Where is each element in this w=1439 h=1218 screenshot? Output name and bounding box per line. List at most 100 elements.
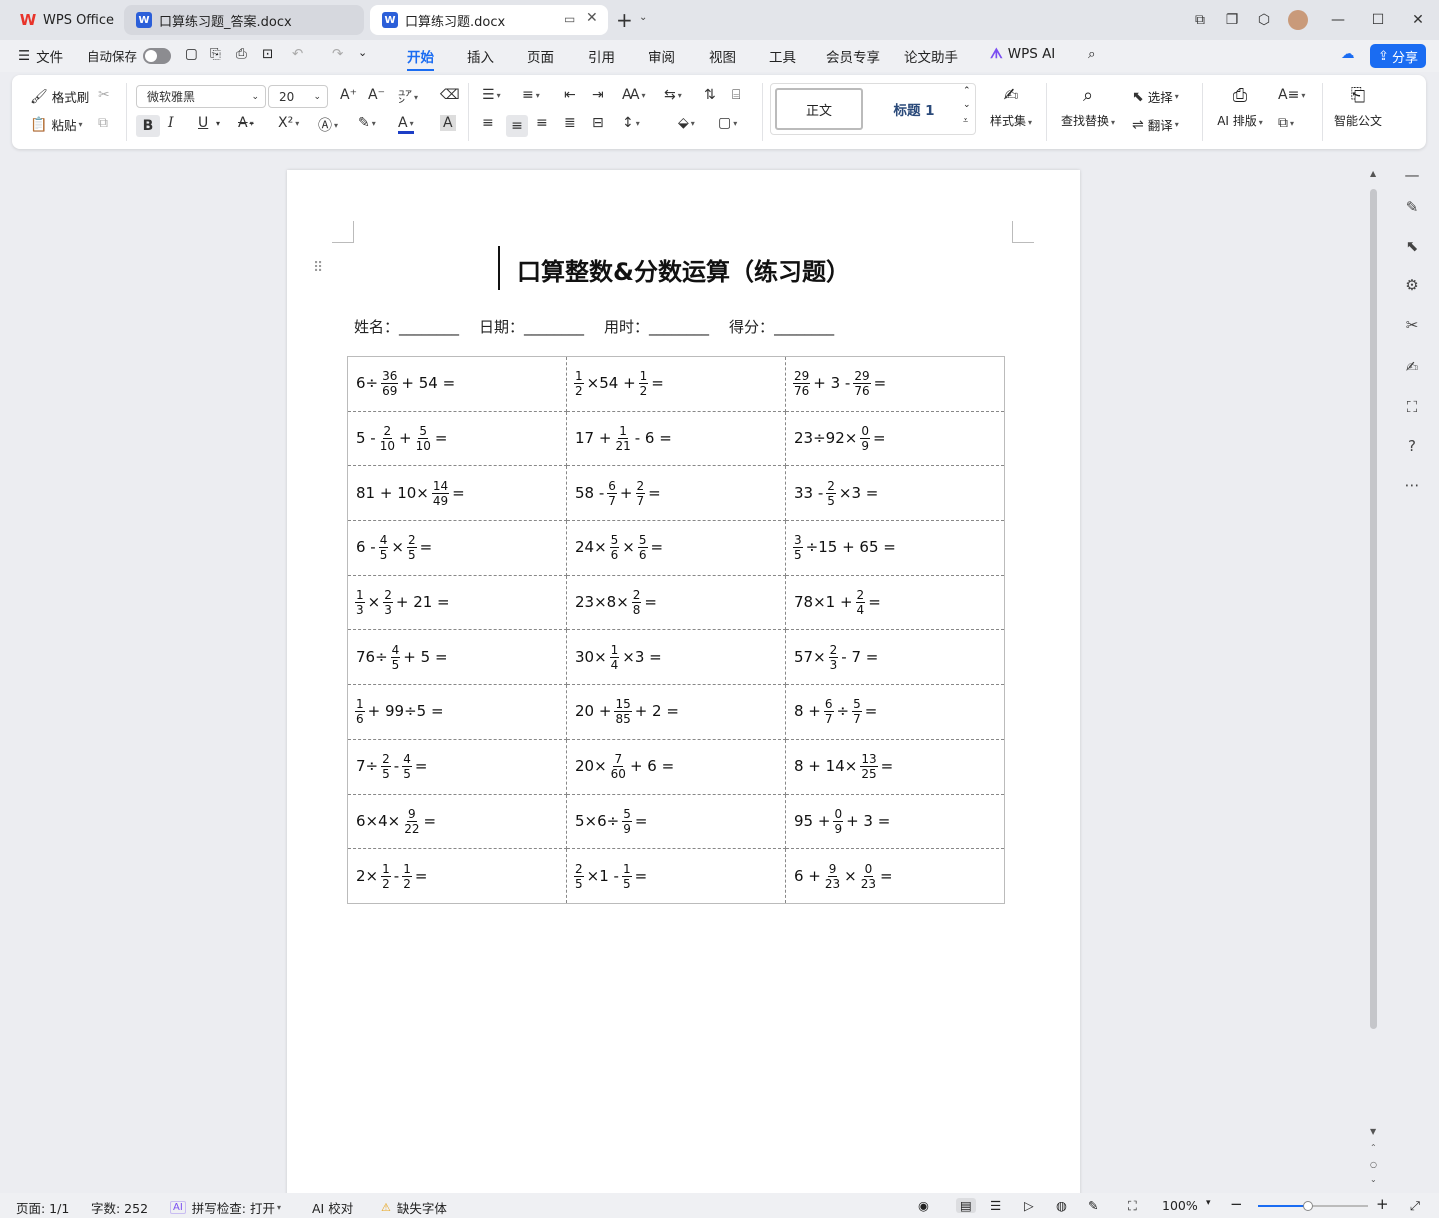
- problem-cell[interactable]: 3 5 ÷15 + 65 =: [785, 520, 1005, 576]
- problem-cell[interactable]: 6÷ 36 69 + 54 =: [347, 356, 567, 412]
- document-title[interactable]: 口算整数&分数运算（练习题）: [287, 252, 1080, 287]
- select-button[interactable]: ⬉ 选择 ▾: [1132, 87, 1179, 106]
- problem-cell[interactable]: 1 3 × 2 3 + 21 =: [347, 574, 567, 631]
- font-grow-icon[interactable]: A⁺: [340, 87, 357, 103]
- fit-page-icon[interactable]: ⛶: [1128, 1198, 1137, 1214]
- zoom-chevron-icon[interactable]: ▾: [1206, 1198, 1211, 1208]
- problem-cell[interactable]: 78×1 +2 4 =: [785, 574, 1005, 631]
- scroll-down-icon[interactable]: ▼: [1370, 1127, 1376, 1136]
- text-tools-icon[interactable]: A≡ ▾: [1278, 87, 1305, 103]
- zoom-in-icon[interactable]: +: [1376, 1195, 1389, 1213]
- underline-button[interactable]: U: [198, 115, 208, 131]
- search-icon[interactable]: ⌕: [1088, 46, 1096, 62]
- problem-cell[interactable]: 33 -2 5 ×3 =: [785, 465, 1005, 522]
- style-heading-1[interactable]: 标题 1: [871, 88, 957, 130]
- tab-insert[interactable]: 插入: [467, 46, 494, 66]
- annotate-icon[interactable]: ✎: [1088, 1198, 1098, 1213]
- maximize-icon[interactable]: ☐: [1368, 10, 1388, 30]
- problem-cell[interactable]: 6 +9 23 × 0 23 =: [785, 848, 1005, 904]
- window-mode-icon[interactable]: ▭: [564, 12, 575, 26]
- bullet-list-icon[interactable]: ☰ ▾: [482, 87, 501, 103]
- tab-page[interactable]: 页面: [527, 46, 554, 66]
- tab-wps-office[interactable]: W WPS Office: [8, 5, 118, 35]
- problem-cell[interactable]: 6×4× 9 22 =: [347, 793, 567, 850]
- style-set-button[interactable]: ✍ 样式集 ▾: [988, 85, 1034, 129]
- share-button[interactable]: ⇪ 分享: [1370, 44, 1426, 68]
- handwriting-icon[interactable]: ✍: [1400, 355, 1424, 379]
- problem-cell[interactable]: 8 + 14× 13 25 =: [785, 738, 1005, 795]
- smart-doc-button[interactable]: ⎗ 智能公文: [1328, 85, 1388, 129]
- border-icon[interactable]: ▢ ▾: [718, 115, 737, 131]
- new-tab-icon[interactable]: +: [616, 8, 633, 32]
- cloud-sync-icon[interactable]: ☁: [1341, 46, 1355, 62]
- problem-cell[interactable]: 5 -2 10 +5 10 =: [347, 410, 567, 467]
- italic-button[interactable]: I: [168, 115, 174, 131]
- font-shrink-icon[interactable]: A⁻: [368, 87, 385, 103]
- zoom-slider-thumb[interactable]: [1302, 1201, 1313, 1211]
- style-expand-icon[interactable]: ⩡: [963, 116, 968, 126]
- word-count[interactable]: 字数: 252: [91, 1198, 148, 1217]
- pen-icon[interactable]: ✎: [1400, 195, 1424, 219]
- distributed-icon[interactable]: ⊟: [592, 115, 604, 131]
- scroll-up-icon[interactable]: ▲: [1370, 169, 1376, 178]
- align-center-icon[interactable]: ≡: [506, 115, 528, 137]
- tab-member[interactable]: 会员专享: [826, 46, 880, 66]
- format-painter-button[interactable]: 🖌 格式刷: [30, 87, 89, 106]
- decrease-indent-icon[interactable]: ⇤: [564, 87, 576, 103]
- problem-cell[interactable]: 23÷92× 0 9 =: [785, 410, 1005, 467]
- save-icon[interactable]: ▢: [185, 46, 198, 62]
- problem-cell[interactable]: 81 + 10× 14 49 =: [347, 465, 567, 522]
- info-field[interactable]: 用时：________: [604, 316, 709, 337]
- zoom-level[interactable]: 100%: [1162, 1198, 1198, 1213]
- ai-proofread-button[interactable]: AI 校对: [312, 1198, 353, 1217]
- more-icon[interactable]: ⋯: [1400, 473, 1424, 497]
- style-scroll-up-icon[interactable]: ⌃: [963, 86, 971, 96]
- adjust-icon[interactable]: ⚙: [1400, 273, 1424, 297]
- problem-cell[interactable]: 17 +1 21- 6 =: [566, 410, 786, 467]
- web-view-icon[interactable]: ◍: [1056, 1198, 1067, 1213]
- problem-cell[interactable]: 1 6 + 99÷5 =: [347, 684, 567, 740]
- restore-tabs-icon[interactable]: ❐: [1222, 10, 1242, 30]
- autosave-toggle[interactable]: 自动保存: [87, 46, 172, 65]
- document-page[interactable]: ⠿ 口算整数&分数运算（练习题） 姓名：________ 日期：________ 用…: [287, 170, 1080, 1200]
- highlight-icon[interactable]: ✎ ▾: [358, 115, 376, 131]
- prev-page-icon[interactable]: ⌃: [1370, 1143, 1377, 1152]
- eye-protection-icon[interactable]: ◉: [918, 1198, 929, 1213]
- shape-tools-icon[interactable]: ⧉ ▾: [1278, 115, 1294, 131]
- collapse-panel-icon[interactable]: —: [1400, 163, 1424, 187]
- avatar[interactable]: [1288, 10, 1308, 30]
- select-browse-icon[interactable]: ○: [1370, 1160, 1377, 1169]
- tab-review[interactable]: 审阅: [648, 46, 675, 66]
- export-icon[interactable]: ⎘: [210, 46, 221, 62]
- problem-cell[interactable]: 20× 7 60 + 6 =: [566, 738, 786, 795]
- fullscreen-icon[interactable]: ⤢: [1410, 1198, 1420, 1214]
- bold-button[interactable]: B: [136, 115, 160, 137]
- page-count[interactable]: 页面: 1/1: [16, 1198, 69, 1217]
- problem-cell[interactable]: 20 +15 85 + 2 =: [566, 684, 786, 740]
- tab-answer-doc[interactable]: W 口算练习题_答案.docx: [124, 5, 364, 35]
- increase-indent-icon[interactable]: ⇥: [592, 87, 604, 103]
- tools-icon[interactable]: ✂: [1400, 313, 1424, 337]
- problem-cell[interactable]: 1 2 ×54 +1 2 =: [566, 356, 786, 412]
- undo-icon[interactable]: ↶: [292, 46, 303, 62]
- shading-icon[interactable]: ⬙ ▾: [678, 115, 695, 131]
- problem-cell[interactable]: 30× 1 4 ×3 =: [566, 629, 786, 686]
- tab-current-doc[interactable]: W 口算练习题.docx ▭ ✕: [370, 5, 608, 35]
- minimize-icon[interactable]: —: [1328, 10, 1348, 30]
- info-field[interactable]: 得分：________: [729, 316, 834, 337]
- strikethrough-icon[interactable]: A ▾: [238, 115, 254, 131]
- translate-button[interactable]: ⇌ 翻译 ▾: [1132, 115, 1179, 134]
- close-window-icon[interactable]: ✕: [1408, 10, 1428, 30]
- align-right-icon[interactable]: ≡: [536, 115, 548, 131]
- paste-button[interactable]: 📋 粘贴 ▾: [30, 115, 82, 134]
- problem-cell[interactable]: 95 +0 9 + 3 =: [785, 793, 1005, 850]
- problem-cell[interactable]: 58 -6 7 +2 7 =: [566, 465, 786, 522]
- line-spacing-icon[interactable]: ↕ ▾: [622, 115, 640, 131]
- align-left-icon[interactable]: ≡: [482, 115, 494, 131]
- zoom-slider[interactable]: [1258, 1201, 1368, 1211]
- tab-list-chevron-icon[interactable]: ⌄: [639, 12, 647, 23]
- problem-cell[interactable]: 76÷ 4 5 + 5 =: [347, 629, 567, 686]
- problem-cell[interactable]: 8 +6 7 ÷ 5 7 =: [785, 684, 1005, 740]
- tab-references[interactable]: 引用: [588, 46, 615, 66]
- close-tab-icon[interactable]: ✕: [586, 10, 598, 26]
